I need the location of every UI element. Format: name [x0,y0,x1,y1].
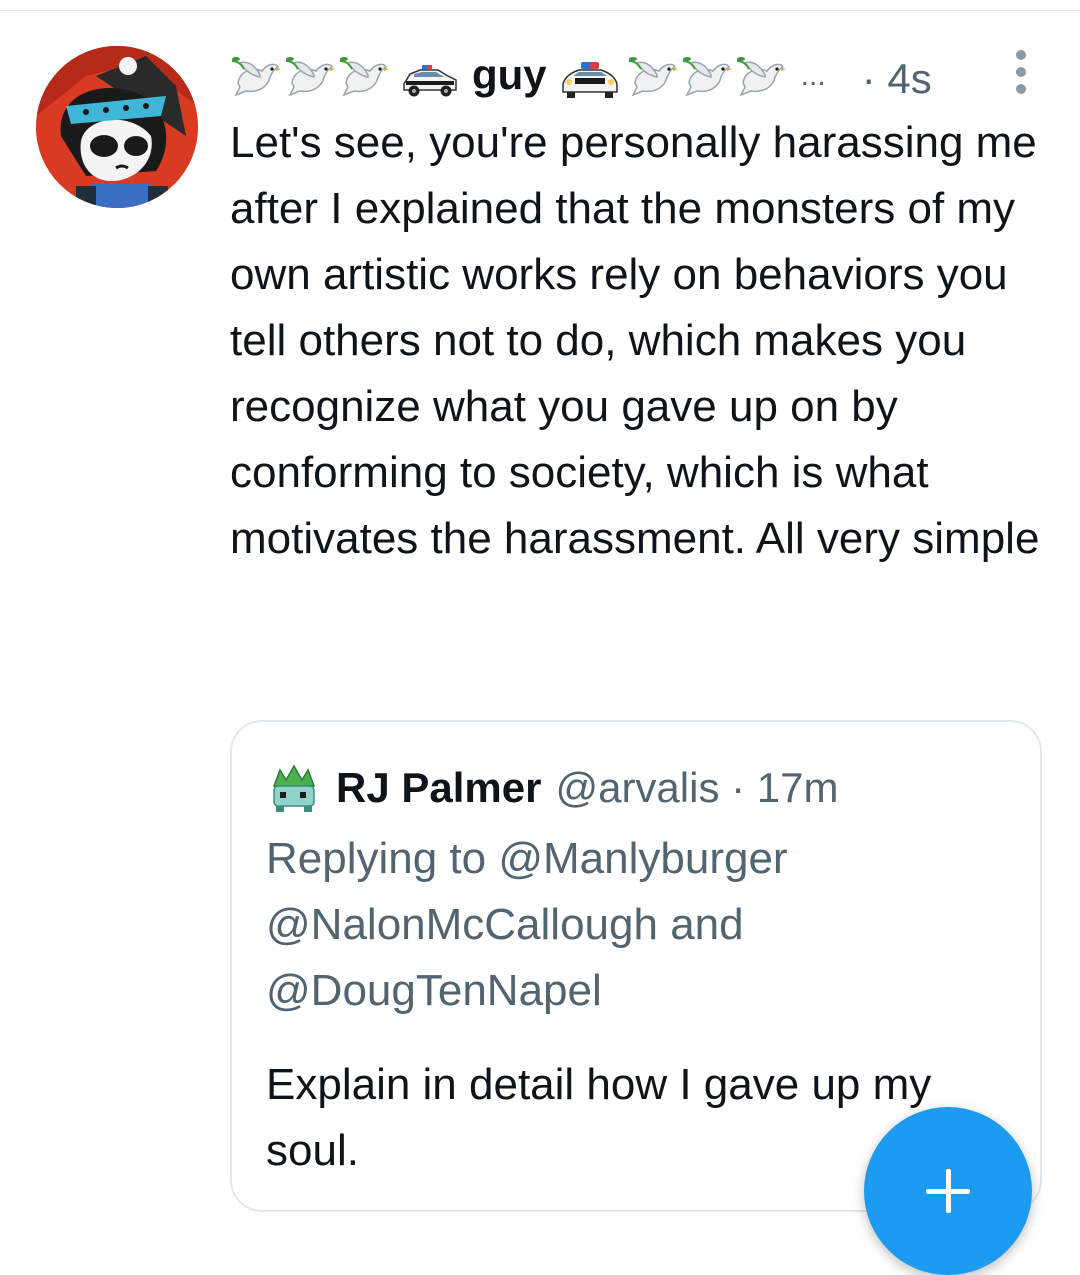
post-body: Let's see, you're personally harassing m… [230,118,1040,563]
plus-icon [926,1169,970,1213]
mention-nalonmccallough[interactable]: @NalonMcCallough [266,900,658,949]
post-timestamp[interactable]: · 4s [862,55,932,103]
police-car-emoji-2 [561,62,618,98]
police-car-emoji-1 [403,65,457,97]
more-dot [1016,50,1026,60]
more-dot [1016,67,1026,77]
quoted-handle-time: @arvalis · 17m [555,764,839,811]
name-truncation: ... [800,59,826,92]
dove-emoji-3 [339,57,389,97]
more-dot [1016,84,1026,94]
replying-conjunction: and [657,900,744,949]
dove-emoji-5 [682,57,732,97]
more-vertical-icon[interactable] [1012,50,1030,94]
avatar[interactable] [36,46,198,208]
mention-dougtennapel[interactable]: @DougTenNapel [266,966,602,1015]
display-name[interactable]: guy [472,51,547,99]
dove-emoji-4 [628,57,678,97]
post-header: guy ... · 4s [230,44,1050,114]
replying-to: Replying to @Manlyburger @NalonMcCallough… [266,826,1026,1024]
avatar-image [36,46,198,208]
dove-emoji-2 [285,57,335,97]
replying-prefix: Replying to [266,834,499,883]
quoted-avatar[interactable] [266,760,322,816]
compose-button[interactable] [864,1107,1032,1275]
dove-emoji-6 [736,57,786,97]
quoted-display-name[interactable]: RJ Palmer [336,764,541,812]
quoted-post-header: RJ Palmer @arvalis · 17m [266,760,838,816]
dove-emoji-1 [231,57,281,97]
mention-manlyburger[interactable]: @Manlyburger [498,834,787,883]
top-divider [0,10,1080,11]
